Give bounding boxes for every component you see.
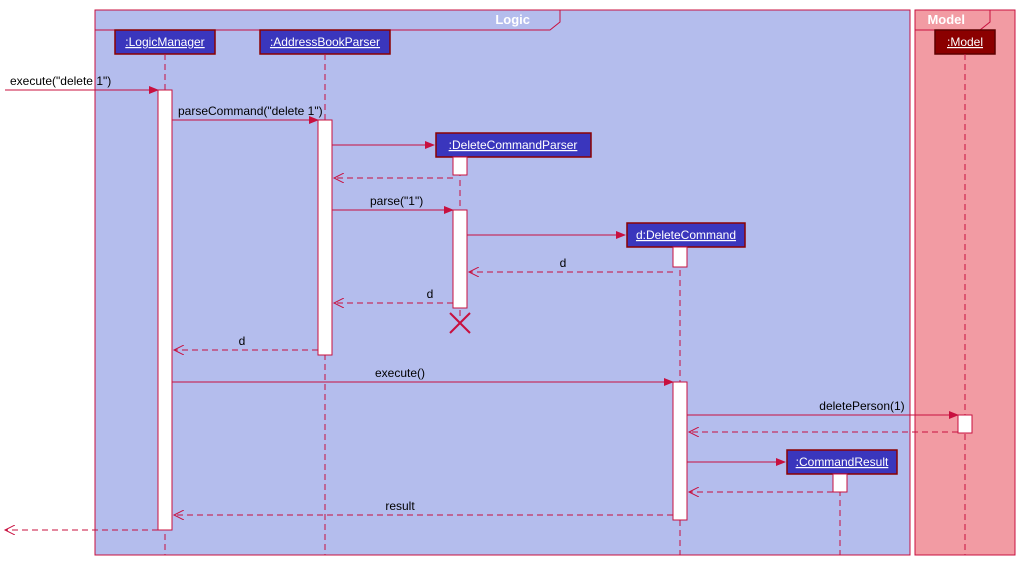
msg-return-d2-label: d	[427, 287, 434, 301]
object-model-label: :Model	[947, 35, 983, 49]
msg-return-d3-label: d	[239, 334, 246, 348]
object-delete-command-parser-label: :DeleteCommandParser	[449, 138, 578, 152]
activation-dcp-1	[453, 157, 467, 175]
object-address-book-parser-label: :AddressBookParser	[270, 35, 380, 49]
msg-execute-label: execute()	[375, 366, 425, 380]
msg-execute-delete1-label: execute("delete 1")	[10, 74, 111, 88]
activation-address-book-parser	[318, 120, 332, 355]
msg-parse-command-label: parseCommand("delete 1")	[178, 104, 323, 118]
activation-command-result	[833, 474, 847, 492]
object-command-result-label: :CommandResult	[796, 455, 889, 469]
msg-parse-1-label: parse("1")	[370, 194, 423, 208]
msg-delete-person-label: deletePerson(1)	[819, 399, 904, 413]
object-delete-command-label: d:DeleteCommand	[636, 228, 736, 242]
frame-model-label: Model	[927, 12, 965, 27]
activation-dc-2	[673, 382, 687, 520]
msg-return-result-label: result	[385, 499, 415, 513]
frame-logic-label: Logic	[495, 12, 530, 27]
activation-dcp-2	[453, 210, 467, 308]
frame-model	[915, 10, 1015, 555]
frame-logic-label-bg	[95, 10, 560, 30]
msg-return-d1-label: d	[560, 256, 567, 270]
activation-logic-manager	[158, 90, 172, 530]
sequence-diagram: Logic Model :LogicManager :AddressBookPa…	[0, 0, 1019, 561]
activation-model	[958, 415, 972, 433]
activation-dc-1	[673, 247, 687, 267]
object-logic-manager-label: :LogicManager	[125, 35, 204, 49]
